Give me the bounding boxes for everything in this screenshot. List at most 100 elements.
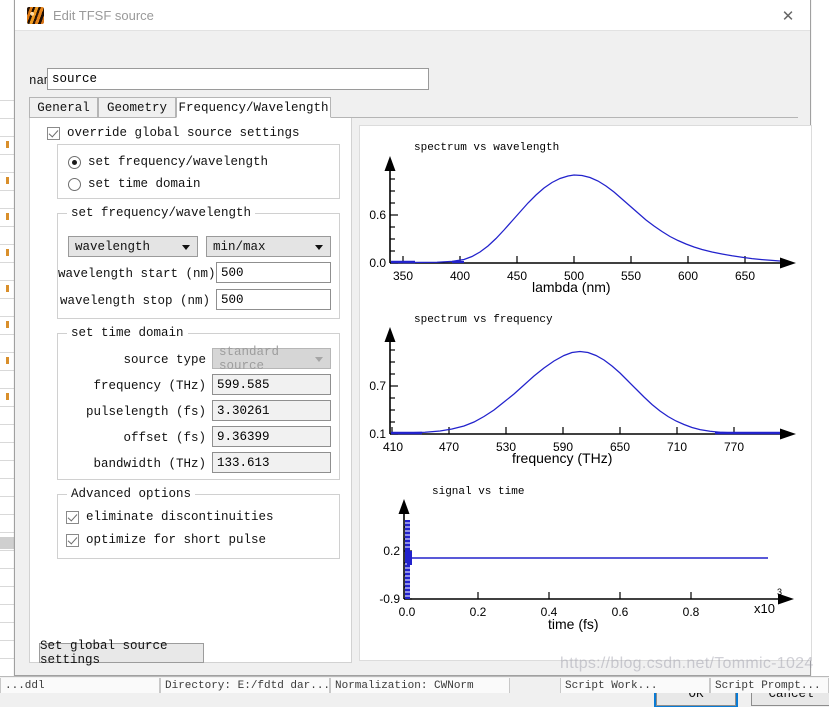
set-time-domain-group: set time domain source type standard sou… [57, 326, 340, 480]
chart2-svg: 0.1 0.7 410 470 530 590 650 710 770 [369, 327, 796, 454]
eliminate-discontinuities-checkbox[interactable] [66, 510, 79, 524]
svg-text:650: 650 [610, 440, 630, 454]
radio-time-domain-indicator[interactable] [68, 177, 81, 191]
background-row-divider [0, 100, 14, 101]
chevron-down-icon [315, 357, 323, 362]
chart2-ytick-1: 0.7 [369, 379, 386, 393]
eliminate-discontinuities-label: eliminate discontinuities [86, 510, 274, 524]
background-tree-item-icon [6, 321, 9, 328]
quantity-select[interactable]: wavelength [68, 236, 198, 257]
svg-text:470: 470 [439, 440, 459, 454]
background-row-divider [0, 640, 14, 641]
offset-input[interactable] [212, 426, 331, 447]
wavelength-start-input[interactable] [216, 262, 331, 283]
background-row-divider [0, 658, 14, 659]
offset-label: offset (fs) [123, 431, 206, 445]
background-tree-item-icon [6, 177, 9, 184]
status-cell-4[interactable]: Script Prompt... [710, 678, 829, 693]
source-type-select-value: standard source [219, 344, 280, 373]
tab-general[interactable]: General [29, 97, 98, 118]
svg-text:410: 410 [383, 440, 403, 454]
radio-set-frequency-wavelength[interactable]: set frequency/wavelength [68, 155, 268, 169]
eliminate-discontinuities-row[interactable]: eliminate discontinuities [66, 510, 274, 524]
host-app-status-bar: ...ddl Directory: E:/fdtd dar... Normali… [0, 676, 829, 693]
background-row-divider [0, 586, 14, 587]
background-row-divider [0, 460, 14, 461]
set-global-source-settings-button[interactable]: Set global source settings [39, 639, 204, 667]
bandwidth-label: bandwidth (THz) [93, 457, 206, 471]
optimize-short-pulse-label: optimize for short pulse [86, 533, 267, 547]
status-cell-0[interactable]: ...ddl [0, 678, 160, 693]
chart3-x-exponent-base: x10 [754, 601, 775, 616]
svg-text:550: 550 [621, 269, 641, 283]
chart3-xlabel: time (fs) [548, 616, 599, 632]
close-icon[interactable]: ✕ [766, 0, 810, 31]
background-row-divider [0, 118, 14, 119]
chart3-x-exponent: x10 3 [754, 587, 782, 616]
radio-frequency-wavelength-indicator[interactable] [68, 155, 81, 169]
plots-panel: spectrum vs wavelength 0.0 0.6 350 400 4… [359, 125, 812, 661]
override-global-checkbox[interactable] [47, 126, 60, 140]
background-row-divider [0, 244, 14, 245]
chart3-ytick-0: -0.9 [379, 592, 400, 606]
mode-selection-group: set frequency/wavelength set time domain [57, 144, 340, 199]
status-cell-2[interactable]: Normalization: CWNorm [330, 678, 510, 693]
background-row-divider [0, 370, 14, 371]
optimize-short-pulse-row[interactable]: optimize for short pulse [66, 533, 266, 547]
bandwidth-input[interactable] [212, 452, 331, 473]
background-row-divider [0, 352, 14, 353]
chart-spectrum-vs-frequency: spectrum vs frequency 0.1 0.7 410 470 53… [360, 304, 813, 472]
background-row-divider [0, 208, 14, 209]
background-row-divider [0, 280, 14, 281]
background-row-divider [0, 316, 14, 317]
svg-text:600: 600 [678, 269, 698, 283]
background-row-divider [0, 406, 14, 407]
status-cell-3[interactable]: Script Work... [560, 678, 710, 693]
chevron-down-icon [315, 245, 323, 250]
tab-geometry[interactable]: Geometry [98, 97, 176, 118]
svg-text:650: 650 [735, 269, 755, 283]
wavelength-stop-input[interactable] [216, 289, 331, 310]
background-row-divider [0, 622, 14, 623]
pulselength-input[interactable] [212, 400, 331, 421]
chart3-ytick-1: 0.2 [383, 544, 400, 558]
lumerical-app-icon [27, 7, 44, 24]
svg-text:400: 400 [450, 269, 470, 283]
chart2-ytick-0: 0.1 [369, 427, 386, 441]
background-row-divider [0, 478, 14, 479]
background-tree-item-icon [6, 357, 9, 364]
set-frequency-wavelength-legend: set frequency/wavelength [67, 206, 256, 220]
chart1-xlabel: lambda (nm) [532, 279, 611, 295]
background-row-divider [0, 226, 14, 227]
chevron-down-icon [182, 245, 190, 250]
background-row-divider [0, 136, 14, 137]
range-mode-select[interactable]: min/max [206, 236, 331, 257]
advanced-options-legend: Advanced options [67, 487, 196, 501]
background-row-divider [0, 388, 14, 389]
name-input[interactable] [47, 68, 429, 90]
background-tree-item-icon [6, 141, 9, 148]
status-cell-1[interactable]: Directory: E:/fdtd dar... [160, 678, 330, 693]
chart1-ytick-0: 0.0 [369, 256, 386, 270]
background-left-column [0, 0, 14, 693]
radio-set-time-domain[interactable]: set time domain [68, 177, 201, 191]
background-row-divider [0, 550, 14, 551]
background-row-divider [0, 514, 14, 515]
source-type-select: standard source [212, 345, 331, 373]
svg-text:450: 450 [507, 269, 527, 283]
optimize-short-pulse-checkbox[interactable] [66, 533, 79, 547]
background-row-divider [0, 424, 14, 425]
background-row-divider [0, 154, 14, 155]
background-row-divider [0, 172, 14, 173]
svg-text:0.8: 0.8 [683, 605, 700, 619]
override-global-source-settings-row[interactable]: override global source settings [43, 126, 304, 140]
svg-text:0.0: 0.0 [399, 605, 416, 619]
background-tree-item-icon [6, 393, 9, 400]
background-row-divider [0, 442, 14, 443]
svg-text:0.6: 0.6 [612, 605, 629, 619]
wavelength-start-label: wavelength start (nm) [58, 267, 216, 281]
frequency-input[interactable] [212, 374, 331, 395]
chart2-title: spectrum vs frequency [414, 314, 553, 326]
background-row-divider [0, 298, 14, 299]
tab-frequency-wavelength[interactable]: Frequency/Wavelength [176, 97, 331, 118]
